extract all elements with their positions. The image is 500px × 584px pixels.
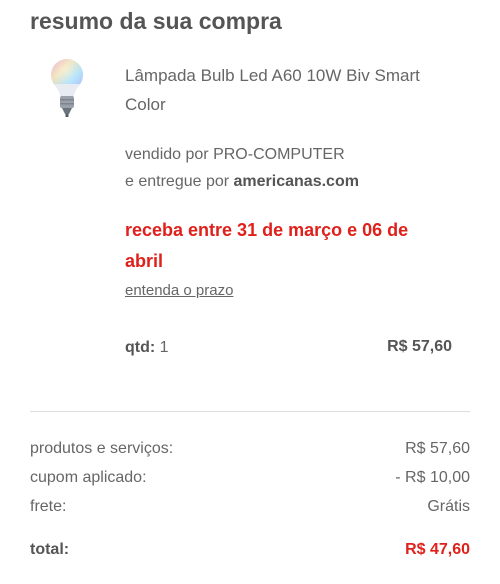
- section-title: resumo da sua compra: [30, 8, 282, 34]
- products-value: R$ 57,60: [405, 440, 470, 457]
- delivery-estimate: receba entre 31 de março e 06 de abril: [125, 220, 409, 271]
- summary-total-row: total: R$ 47,60: [30, 541, 470, 559]
- products-label: produtos e serviços:: [30, 440, 174, 457]
- total-value: R$ 47,60: [405, 541, 470, 558]
- delivered-by-name: americanas.com: [233, 173, 359, 190]
- summary-shipping-row: frete: Grátis: [30, 498, 470, 516]
- quantity-label: qtd:: [125, 339, 156, 356]
- led-bulb-icon: [51, 59, 83, 117]
- shipping-label: frete:: [30, 498, 67, 515]
- total-label: total:: [30, 541, 70, 558]
- coupon-label: cupom aplicado:: [30, 469, 147, 486]
- seller-name: PRO-COMPUTER: [213, 146, 345, 163]
- divider: [30, 411, 470, 412]
- coupon-value: - R$ 10,00: [395, 469, 470, 486]
- product-name[interactable]: Lâmpada Bulb Led A60 10W Biv Smart Color: [125, 61, 445, 119]
- summary-products-row: produtos e serviços: R$ 57,60: [30, 440, 470, 458]
- product-image[interactable]: [48, 58, 86, 120]
- quantity: qtd: 1: [125, 339, 169, 357]
- seller-info: vendido por PRO-COMPUTER e entregue por …: [125, 141, 359, 195]
- item-price: R$ 57,60: [387, 338, 452, 355]
- sold-by-prefix: vendido por: [125, 146, 214, 163]
- shipping-value: Grátis: [427, 498, 470, 515]
- understand-deadline-link[interactable]: entenda o prazo: [125, 282, 233, 299]
- delivered-by-prefix: e entregue por: [125, 173, 234, 190]
- summary-coupon-row: cupom aplicado: - R$ 10,00: [30, 469, 470, 487]
- quantity-value: 1: [159, 339, 169, 356]
